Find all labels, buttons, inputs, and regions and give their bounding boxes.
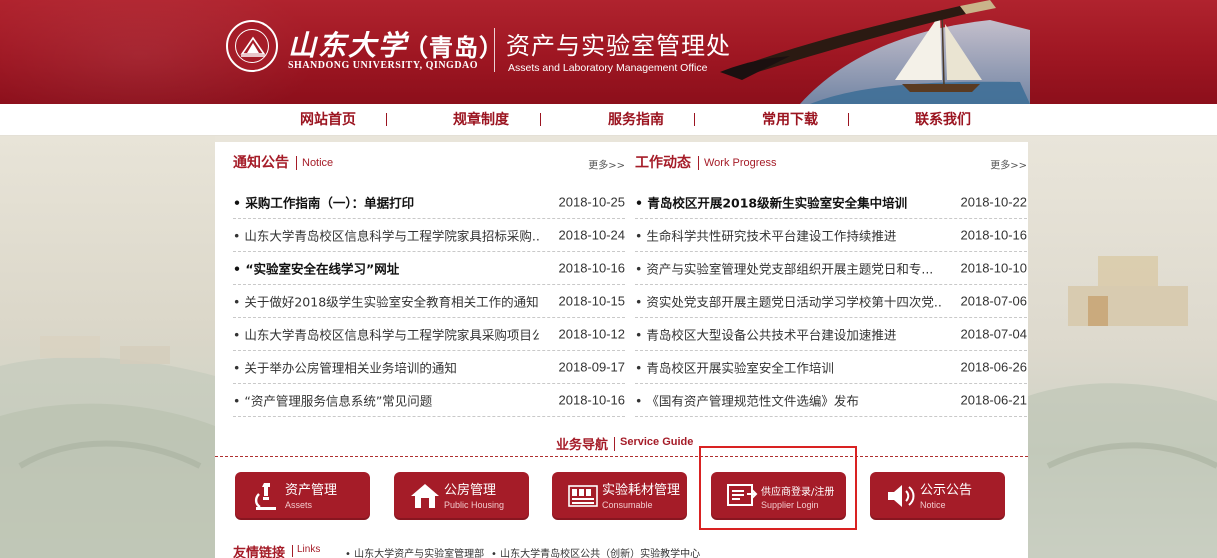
list-item[interactable]: • 青岛校区大型设备公共技术平台建设加速推进 2018-07-04	[635, 318, 1027, 351]
header-banner: 山东大学 （青岛） SHANDONG UNIVERSITY, QINGDAO 资…	[0, 0, 1217, 104]
list-item[interactable]: • 关于举办公房管理相关业务培训的通知 2018-09-17	[233, 351, 625, 384]
links-title: 友情链接	[233, 546, 286, 558]
notice-section: 通知公告 Notice 更多>> • 采购工作指南（一）：单据打印 2018-10…	[233, 142, 625, 417]
campus-background-right	[1028, 136, 1217, 558]
nav-downloads[interactable]: 常用下载	[730, 104, 850, 136]
list-item[interactable]: • 青岛校区开展实验室安全工作培训 2018-06-26	[635, 351, 1027, 384]
list-item[interactable]: • 《国有资产管理规范性文件选编》发布 2018-06-21	[635, 384, 1027, 417]
link-item[interactable]: • 山东大学青岛校区公共（创新）实验教学中心	[491, 545, 700, 558]
supplier-login-highlight	[699, 446, 857, 530]
list-item[interactable]: • 资产与实验室管理处党支部组织开展主题党日和专... 2018-10-10	[635, 252, 1027, 285]
public-housing-button[interactable]: 公房管理 Public Housing	[394, 472, 529, 520]
friendly-links: 友情链接 Links • 山东大学资产与实验室管理部 • 山东大学青岛校区公共（…	[233, 542, 1023, 558]
service-guide-title-en: Service Guide	[620, 436, 694, 448]
work-progress-section: 工作动态 Work Progress 更多>> • 青岛校区开展2018级新生实…	[635, 142, 1027, 417]
consumables-button[interactable]: 实验耗材管理 Consumable	[552, 472, 687, 520]
nav-regulations[interactable]: 规章制度	[421, 104, 541, 136]
public-notice-label: 公示公告	[920, 483, 973, 498]
list-item[interactable]: • 采购工作指南（一）：单据打印 2018-10-25	[233, 186, 625, 219]
consumables-label-en: Consumable	[602, 500, 653, 510]
campus-name-cn: （青岛）	[404, 34, 504, 62]
list-item[interactable]: • 青岛校区开展2018级新生实验室安全集中培训 2018-10-22	[635, 186, 1027, 219]
list-item[interactable]: • 生命科学共性研究技术平台建设工作持续推进 2018-10-16	[635, 219, 1027, 252]
assets-button[interactable]: 资产管理 Assets	[235, 472, 370, 520]
public-housing-label: 公房管理	[444, 483, 497, 498]
notice-list: • 采购工作指南（一）：单据打印 2018-10-25 • 山东大学青岛校区信息科…	[233, 186, 625, 417]
logo-divider	[494, 28, 495, 72]
university-name-cn: 山东大学	[288, 29, 409, 62]
microscope-icon	[254, 483, 276, 510]
assets-label-en: Assets	[285, 500, 313, 510]
speaker-icon	[888, 485, 915, 507]
work-progress-title-en: Work Progress	[704, 157, 777, 169]
public-notice-button[interactable]: 公示公告 Notice	[870, 472, 1005, 520]
service-guide-title: 业务导航	[556, 438, 609, 453]
links-title-en: Links	[297, 544, 321, 555]
main-nav: 网站首页 规章制度 服务指南 常用下载 联系我们	[0, 104, 1217, 136]
content-panel: 通知公告 Notice 更多>> • 采购工作指南（一）：单据打印 2018-10…	[215, 142, 1028, 558]
university-emblem-icon	[226, 20, 278, 72]
nav-service-guide[interactable]: 服务指南	[576, 104, 696, 136]
work-progress-more-link[interactable]: 更多>>	[990, 157, 1027, 172]
list-item[interactable]: • 山东大学青岛校区信息科学与工程学院家具采购项目公告 2018-10-12	[233, 318, 625, 351]
notice-title-en: Notice	[302, 157, 334, 169]
house-icon	[411, 484, 439, 508]
nav-home[interactable]: 网站首页	[268, 104, 388, 136]
nav-separator	[540, 113, 541, 126]
title-divider	[614, 437, 615, 451]
university-name-en: SHANDONG UNIVERSITY, QINGDAO	[288, 60, 479, 71]
nav-separator	[848, 113, 849, 126]
lab-supplies-icon	[568, 485, 598, 507]
title-divider	[292, 545, 293, 557]
public-housing-label-en: Public Housing	[444, 500, 505, 510]
sailboat-brush-illustration	[720, 0, 1030, 104]
work-progress-title: 工作动态	[635, 155, 691, 171]
list-item[interactable]: • “资产管理服务信息系统”常见问题 2018-10-16	[233, 384, 625, 417]
campus-background-left	[0, 136, 215, 558]
nav-separator	[386, 113, 387, 126]
service-guide-heading: 业务导航 Service Guide	[215, 434, 1028, 456]
list-item[interactable]: • 山东大学青岛校区信息科学与工程学院家具招标采购... 2018-10-24	[233, 219, 625, 252]
office-name-en: Assets and Laboratory Management Office	[508, 62, 708, 74]
notice-more-link[interactable]: 更多>>	[588, 157, 625, 172]
notice-title: 通知公告	[233, 155, 289, 171]
public-notice-label-en: Notice	[920, 500, 946, 510]
nav-separator	[694, 113, 695, 126]
title-divider	[296, 156, 297, 170]
site-logo[interactable]: 山东大学 （青岛） SHANDONG UNIVERSITY, QINGDAO 资…	[226, 20, 746, 84]
list-item[interactable]: • 资实处党支部开展主题党日活动学习学校第十四次党... 2018-07-06	[635, 285, 1027, 318]
title-divider	[698, 156, 699, 170]
work-progress-list: • 青岛校区开展2018级新生实验室安全集中培训 2018-10-22 • 生命科…	[635, 186, 1027, 417]
nav-contact[interactable]: 联系我们	[883, 104, 1003, 136]
list-item[interactable]: • “实验室安全在线学习”网址 2018-10-16	[233, 252, 625, 285]
service-divider	[215, 456, 1028, 457]
assets-label: 资产管理	[285, 483, 338, 498]
list-item[interactable]: • 关于做好2018级学生实验室安全教育相关工作的通知 2018-10-15	[233, 285, 625, 318]
link-item[interactable]: • 山东大学资产与实验室管理部	[345, 545, 484, 558]
consumables-label: 实验耗材管理	[602, 483, 681, 498]
